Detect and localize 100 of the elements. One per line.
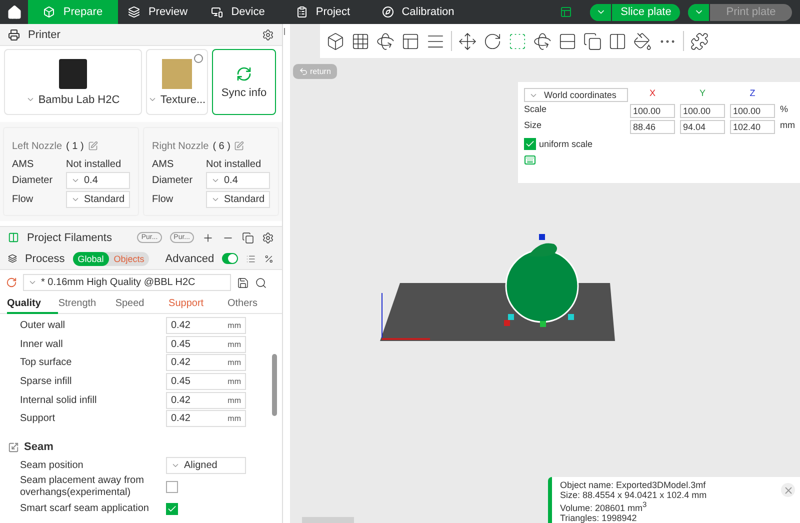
home-icon <box>6 4 22 20</box>
flow-dropdown[interactable]: Standard <box>206 191 270 208</box>
ams-status: Not installed <box>206 159 262 170</box>
field-label: Size <box>524 120 543 132</box>
nav-tab[interactable]: Device <box>198 0 278 24</box>
printer-card[interactable]: Bambu Lab H2C <box>4 49 142 115</box>
nozzle-title: Right Nozzle <box>152 140 209 152</box>
value-field[interactable]: 100.00 <box>680 104 725 118</box>
caret-button[interactable] <box>590 4 612 20</box>
value-field[interactable]: 0.45 mm <box>166 372 246 390</box>
printer-select[interactable]: Bambu Lab H2C <box>26 94 120 106</box>
caret-icon <box>28 278 37 287</box>
settings-tab[interactable]: Speed <box>115 295 169 314</box>
nav-tab[interactable]: Preview <box>118 0 198 24</box>
split-icon[interactable] <box>558 32 577 50</box>
ams-status: Not installed <box>66 159 122 170</box>
value-field[interactable]: 0.42 mm <box>166 354 246 372</box>
section-title: Printer <box>28 28 60 40</box>
coordinate-system-dropdown[interactable]: World coordinates <box>524 88 628 102</box>
move-icon[interactable] <box>458 32 477 50</box>
setting-label: Support <box>20 413 56 424</box>
cube-icon <box>43 6 56 18</box>
nav-tab[interactable]: Calibration <box>368 0 468 24</box>
value-field[interactable]: 88.46 <box>630 120 675 134</box>
advanced-switch[interactable] <box>222 253 238 264</box>
edit-icon[interactable] <box>234 141 244 151</box>
keyboard-icon[interactable] <box>524 154 536 166</box>
seam-icon <box>8 442 19 453</box>
scrollbar[interactable] <box>272 354 277 416</box>
settings-tab[interactable]: Quality <box>7 295 58 314</box>
section-title: Process <box>24 252 65 264</box>
value-field[interactable]: 94.04 <box>680 120 725 134</box>
settings-icon[interactable] <box>262 28 274 40</box>
diameter-dropdown[interactable]: 0.4 <box>206 172 270 189</box>
section-title: Seam <box>24 441 54 454</box>
nozzle-count: ( 1 ) <box>66 140 84 152</box>
save-icon[interactable] <box>237 276 249 288</box>
caret-icon <box>148 95 158 104</box>
setting-label: Smart scarf seam application <box>20 502 150 515</box>
preset-dropdown[interactable]: * 0.16mm High Quality @BBL H2C <box>23 274 231 291</box>
caret-button[interactable] <box>688 4 710 20</box>
value-field[interactable]: 0.45 mm <box>166 336 246 353</box>
checkbox[interactable] <box>166 481 178 494</box>
axis-label: X <box>648 88 656 100</box>
value-field[interactable]: 0.42 mm <box>166 410 246 428</box>
scale-icon[interactable] <box>508 32 527 50</box>
percent-icon[interactable] <box>264 252 274 264</box>
checkbox[interactable] <box>166 502 178 515</box>
clipboard-icon <box>296 6 308 18</box>
value-field[interactable]: 0.42 mm <box>166 316 246 334</box>
plate-thumbnail[interactable] <box>302 517 354 523</box>
printer-icon <box>8 28 20 40</box>
value-field[interactable]: 102.40 <box>730 120 775 134</box>
rotate-icon[interactable] <box>483 32 502 50</box>
uniform-scale-checkbox[interactable] <box>524 138 536 150</box>
flow-dropdown[interactable]: Standard <box>66 191 130 208</box>
plate-picture <box>162 58 192 88</box>
caret-icon <box>211 176 220 185</box>
add-cube-icon[interactable] <box>326 32 345 50</box>
axis-label: Z <box>748 88 756 100</box>
caret-icon <box>71 195 80 204</box>
settings-tab[interactable]: Others <box>227 295 275 314</box>
close-button[interactable] <box>781 483 795 497</box>
field-label: AMS <box>152 159 175 170</box>
plate-card[interactable]: Texture... <box>146 49 208 115</box>
puzzle-icon[interactable] <box>690 32 709 50</box>
copy-icon[interactable] <box>583 32 602 50</box>
nav-tab[interactable]: Project <box>278 0 368 24</box>
reset-icon[interactable] <box>6 277 17 288</box>
search-icon[interactable] <box>255 276 267 288</box>
info-line: Object name: Exported3DModel.3mf <box>560 480 707 490</box>
edit-icon[interactable] <box>88 141 98 151</box>
setting-label: Outer wall <box>20 320 66 331</box>
field-label: Diameter <box>12 175 54 186</box>
grid-icon[interactable] <box>351 32 370 50</box>
value-field[interactable]: 100.00 <box>630 104 675 118</box>
close-icon <box>782 484 794 496</box>
value-field[interactable]: 100.00 <box>730 104 775 118</box>
paint-bucket-icon[interactable] <box>633 32 652 50</box>
diameter-dropdown[interactable]: 0.4 <box>66 172 130 189</box>
checkbox-label: uniform scale <box>539 139 593 149</box>
sync-info-button[interactable]: Sync info <box>212 49 276 115</box>
field-label: Flow <box>12 194 34 205</box>
return-icon <box>299 67 308 76</box>
field-label: Scale <box>524 104 548 116</box>
settings-tab[interactable]: Support <box>168 295 228 314</box>
rotate-icon[interactable] <box>376 32 395 50</box>
info-line: Size: 88.4554 x 94.0421 x 102.4 mm <box>560 490 708 500</box>
layout-icon[interactable] <box>401 32 420 50</box>
setting-label: Seam placement away from overhangs(experimental) <box>20 475 145 500</box>
settings-tab[interactable]: Strength <box>58 295 116 314</box>
info-icon[interactable] <box>194 54 203 63</box>
seam-position-dropdown[interactable]: Aligned <box>166 457 246 474</box>
filament-icon <box>8 232 19 243</box>
columns-icon[interactable] <box>608 32 627 50</box>
add-icon[interactable] <box>202 232 214 244</box>
settings-icon[interactable] <box>262 232 274 244</box>
plate-select[interactable]: Texture... <box>148 94 206 106</box>
nozzle-title: Left Nozzle <box>12 140 62 152</box>
value-field[interactable]: 0.42 mm <box>166 392 246 409</box>
